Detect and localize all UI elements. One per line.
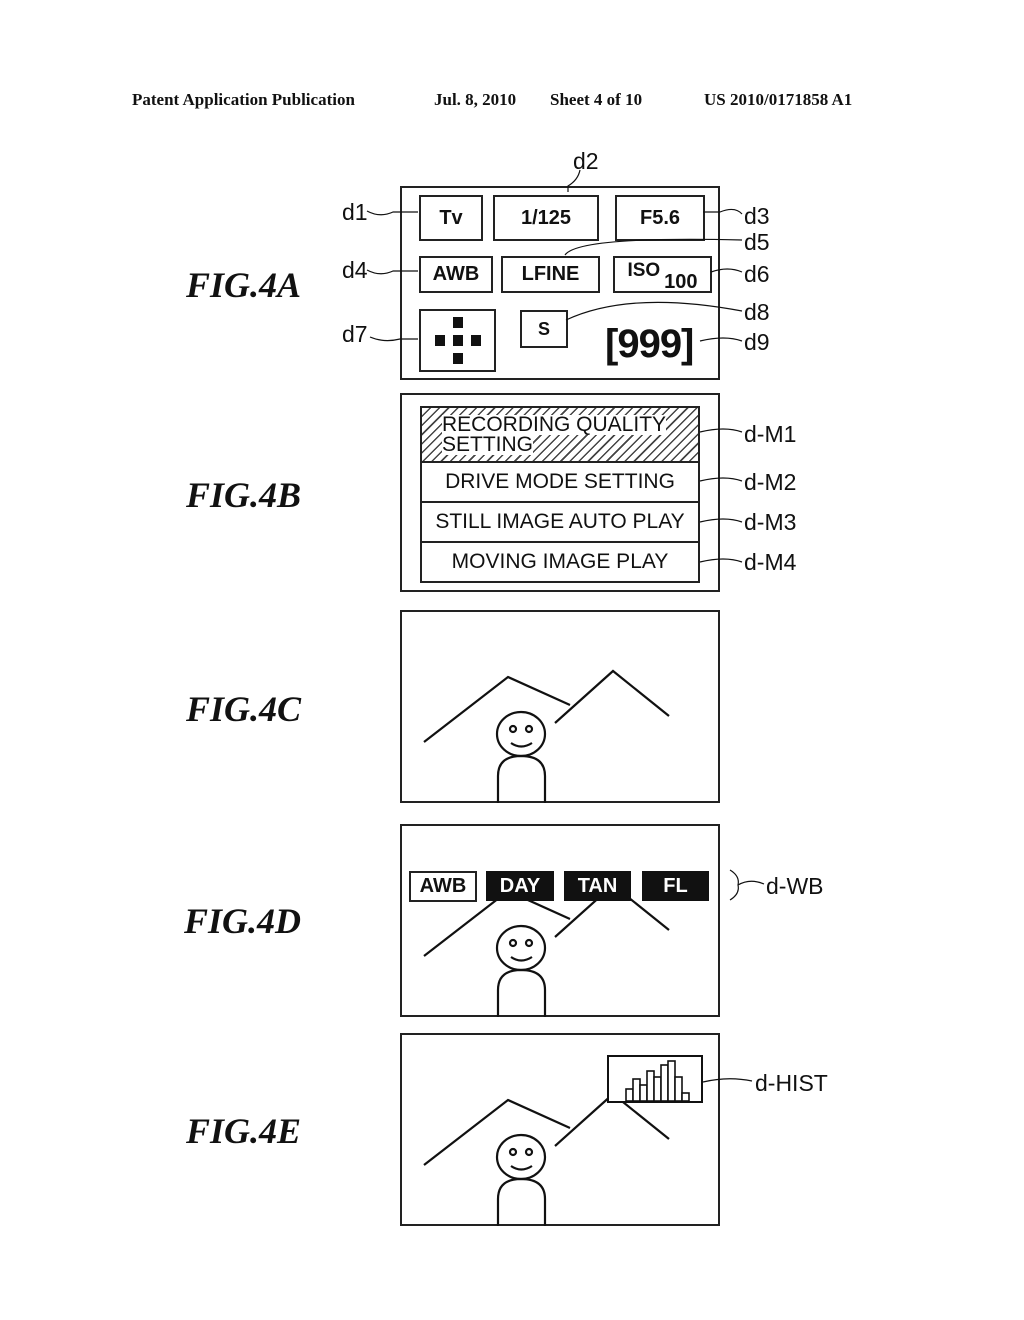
fig-4e-label: FIG.4E: [186, 1111, 302, 1151]
histogram-overlay: [607, 1055, 703, 1103]
publication-number: US 2010/0171858 A1: [704, 90, 853, 109]
menu-item-drive-mode[interactable]: DRIVE MODE SETTING: [420, 461, 700, 503]
leader-line: [729, 869, 739, 901]
ref-d5: d5: [744, 229, 770, 255]
leader-line: [737, 880, 765, 886]
af-point-indicator: [419, 309, 496, 372]
ref-d4: d4: [342, 257, 368, 283]
menu-item-label: RECORDING QUALITY: [442, 412, 667, 436]
ref-d-m3: d-M3: [744, 509, 797, 535]
iso-indicator: ISO 100: [613, 256, 712, 293]
aperture-indicator: F5.6: [615, 195, 705, 241]
fig-4d-live-view-panel: [400, 824, 720, 1017]
publication-type: Patent Application Publication: [132, 90, 355, 109]
ref-d-hist: d-HIST: [755, 1070, 828, 1096]
fig-4a-label: FIG.4A: [186, 265, 302, 305]
ref-d1: d1: [342, 199, 368, 225]
iso-value: 100: [664, 271, 698, 293]
ref-d6: d6: [744, 261, 770, 287]
fig-4c-live-view-panel: [400, 610, 720, 803]
ref-d-m4: d-M4: [744, 549, 797, 575]
af-point-cross-icon: [434, 316, 481, 364]
ref-d8: d8: [744, 299, 770, 325]
wb-option-day[interactable]: DAY: [486, 871, 554, 901]
iso-label: ISO: [627, 260, 661, 281]
histogram-bar: [625, 1088, 634, 1102]
fig-4c-label: FIG.4C: [186, 689, 302, 729]
histogram-bar: [667, 1060, 676, 1102]
ref-d7: d7: [342, 321, 368, 347]
ref-d9: d9: [744, 329, 770, 355]
fig-4a-display-panel: Tv 1/125 F5.6 AWB LFINE ISO 100 S [999]: [400, 186, 720, 380]
menu-item-recording-quality[interactable]: RECORDING QUALITY SETTING: [420, 406, 700, 463]
drive-mode-indicator: S: [520, 310, 568, 348]
publication-date: Jul. 8, 2010: [434, 90, 517, 109]
menu-item-still-image-auto-play[interactable]: STILL IMAGE AUTO PLAY: [420, 501, 700, 543]
ref-d3: d3: [744, 203, 770, 229]
fig-4b-label: FIG.4B: [186, 475, 302, 515]
wb-option-fl[interactable]: FL: [642, 871, 709, 901]
shutter-speed-indicator: 1/125: [493, 195, 599, 241]
shooting-mode-indicator: Tv: [419, 195, 483, 241]
wb-option-tan[interactable]: TAN: [564, 871, 631, 901]
menu-item-label: SETTING: [442, 432, 534, 456]
wb-option-awb[interactable]: AWB: [409, 871, 477, 902]
recording-quality-indicator: LFINE: [501, 256, 600, 293]
histogram-bar: [639, 1084, 648, 1102]
white-balance-indicator: AWB: [419, 256, 493, 293]
histogram-bar: [646, 1070, 655, 1102]
fig-4b-menu-panel: RECORDING QUALITY SETTING DRIVE MODE SET…: [400, 393, 720, 592]
ref-d-m1: d-M1: [744, 421, 797, 447]
ref-d-wb: d-WB: [766, 873, 824, 899]
histogram-bar: [653, 1076, 662, 1102]
histogram-bar: [632, 1078, 641, 1102]
menu-item-moving-image-play[interactable]: MOVING IMAGE PLAY: [420, 541, 700, 583]
ref-d2: d2: [573, 148, 599, 174]
histogram-bar: [660, 1064, 669, 1102]
fig-4d-label: FIG.4D: [184, 901, 302, 941]
ref-d-m2: d-M2: [744, 469, 797, 495]
sheet-number: Sheet 4 of 10: [550, 90, 643, 109]
remaining-shots-counter: [999]: [605, 322, 694, 366]
histogram-bar: [681, 1092, 690, 1102]
histogram-bar: [674, 1076, 683, 1102]
